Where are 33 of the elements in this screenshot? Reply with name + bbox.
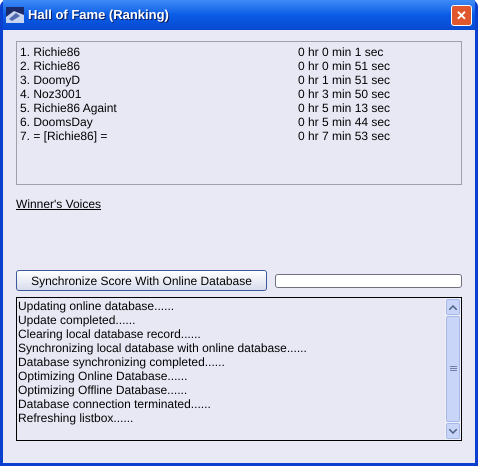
play-time: 0 hr 3 min 50 sec xyxy=(298,87,390,101)
log-line: Refreshing listbox...... xyxy=(18,411,134,425)
scroll-down-button[interactable] xyxy=(446,423,460,439)
player-name: 1. Richie86 xyxy=(20,45,82,59)
app-icon xyxy=(6,7,24,23)
scroll-up-button[interactable] xyxy=(446,299,460,315)
sync-button[interactable]: Synchronize Score With Online Database xyxy=(16,270,267,291)
scrollbar[interactable] xyxy=(445,298,461,440)
play-time: 0 hr 5 min 13 sec xyxy=(298,101,390,115)
log-line: Updating online database...... xyxy=(18,299,176,313)
log-line: Database connection terminated...... xyxy=(18,397,212,411)
close-button[interactable]: ✕ xyxy=(451,4,472,26)
play-time: 0 hr 0 min 51 sec xyxy=(298,59,390,73)
player-name: 2. Richie86 xyxy=(20,59,82,73)
play-time: 0 hr 0 min 1 sec xyxy=(298,45,384,59)
player-name: 4. Noz3001 xyxy=(20,87,82,101)
log-line: Synchronizing local database with online database...... xyxy=(18,341,308,355)
player-name: 7. = [Richie86] = xyxy=(20,129,108,143)
log-line: Database synchronizing completed...... xyxy=(18,355,226,369)
winners-voices-link[interactable]: Winner's Voices xyxy=(16,197,101,211)
play-time: 0 hr 5 min 44 sec xyxy=(298,115,390,129)
log-line: Update completed...... xyxy=(18,313,136,327)
play-time: 0 hr 7 min 53 sec xyxy=(298,129,390,143)
player-name: 6. DoomsDay xyxy=(20,115,94,129)
log-line: Optimizing Online Database...... xyxy=(18,369,188,383)
scroll-thumb[interactable] xyxy=(446,316,460,422)
log-line: Clearing local database record...... xyxy=(18,327,202,341)
play-time: 0 hr 1 min 51 sec xyxy=(298,73,390,87)
grip-icon xyxy=(450,366,456,372)
window-title: Hall of Fame (Ranking) xyxy=(28,6,169,24)
player-name: 3. DoomyD xyxy=(20,73,82,87)
player-name: 5. Richie86 Againt xyxy=(20,101,118,115)
log-line: Optimizing Offline Database...... xyxy=(18,383,188,397)
